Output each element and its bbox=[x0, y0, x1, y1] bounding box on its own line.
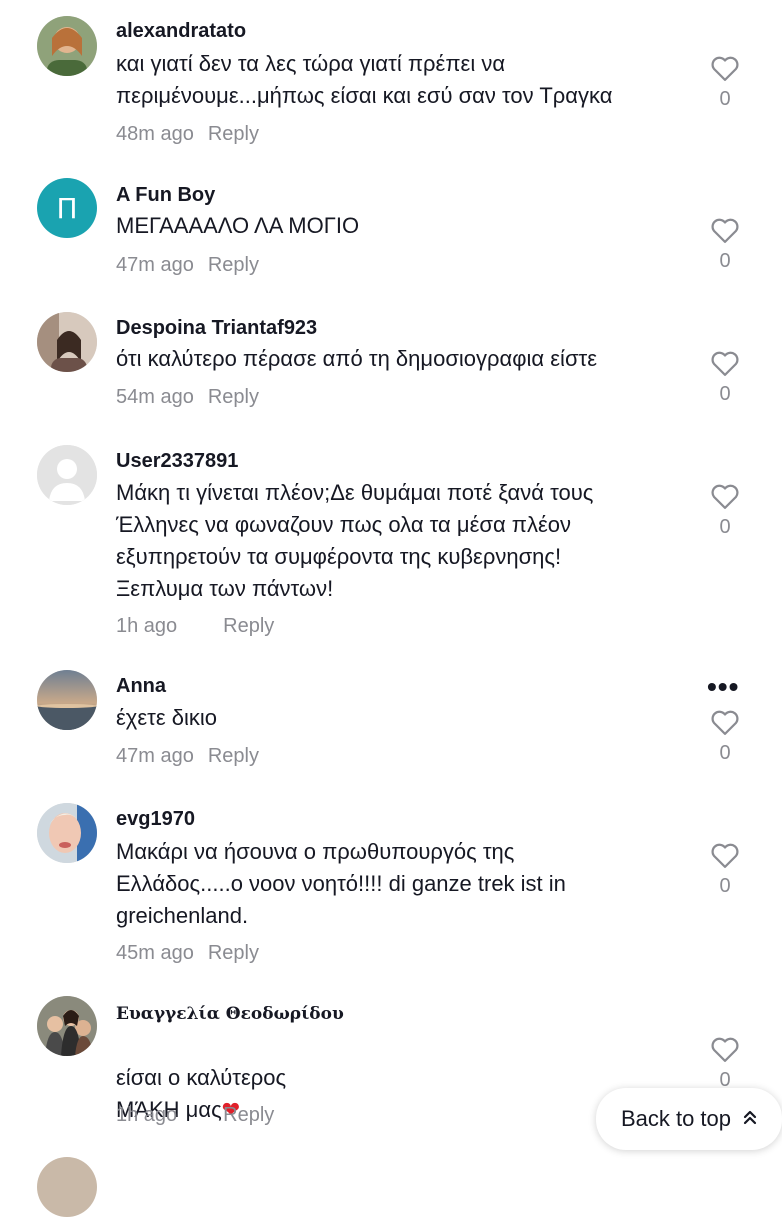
avatar[interactable] bbox=[37, 1157, 97, 1217]
heart-icon bbox=[711, 1037, 739, 1062]
comment-meta: 48m ago Reply bbox=[116, 123, 259, 146]
like-button[interactable]: 0 bbox=[708, 54, 742, 111]
comment-meta: 54m ago Reply bbox=[116, 386, 259, 409]
comment-text: και γιατί δεν τα λες τώρα γιατί πρέπει ν… bbox=[116, 51, 613, 108]
double-chevron-up-icon bbox=[743, 1109, 757, 1130]
comment-meta: 1h ago Reply bbox=[116, 1104, 274, 1127]
back-to-top-button[interactable]: Back to top bbox=[596, 1088, 782, 1150]
comment-time: 47m ago bbox=[116, 745, 194, 767]
like-button[interactable]: 0 bbox=[708, 216, 742, 273]
heart-icon bbox=[711, 351, 739, 376]
comment-username[interactable]: User2337891 bbox=[116, 450, 238, 473]
like-count: 0 bbox=[719, 742, 731, 764]
heart-icon bbox=[711, 56, 739, 81]
more-options-icon[interactable]: ••• bbox=[707, 671, 739, 703]
heart-icon bbox=[711, 218, 739, 243]
heart-icon bbox=[711, 484, 739, 509]
reply-button[interactable]: Reply bbox=[223, 1104, 274, 1126]
comment-meta: 1h ago Reply bbox=[116, 615, 274, 638]
avatar[interactable]: Π bbox=[37, 178, 97, 238]
reply-button[interactable]: Reply bbox=[208, 123, 259, 145]
reply-button[interactable]: Reply bbox=[208, 942, 259, 964]
comment-username[interactable]: Despoina Triantaf923 bbox=[116, 317, 317, 340]
reply-button[interactable]: Reply bbox=[223, 615, 274, 637]
avatar[interactable] bbox=[37, 312, 97, 372]
comment-meta: 45m ago Reply bbox=[116, 942, 259, 965]
like-button[interactable]: 0 bbox=[708, 841, 742, 898]
avatar-letter: Π bbox=[56, 191, 78, 225]
comment-username[interactable]: alexandratato bbox=[116, 20, 246, 43]
like-button[interactable]: 0 bbox=[708, 1035, 742, 1092]
comment-username[interactable]: Anna bbox=[116, 675, 166, 698]
avatar[interactable] bbox=[37, 670, 97, 730]
like-button[interactable]: 0 bbox=[708, 708, 742, 765]
comment-username[interactable]: A Fun Boy bbox=[116, 184, 215, 207]
back-to-top-label: Back to top bbox=[620, 1106, 732, 1131]
like-count: 0 bbox=[719, 383, 731, 405]
reply-button[interactable]: Reply bbox=[208, 745, 259, 767]
comment-text: Μακάρι να ήσουνα ο πρωθυπουργός της Ελλά… bbox=[116, 839, 566, 928]
avatar[interactable] bbox=[37, 16, 97, 76]
comment-time: 48m ago bbox=[116, 123, 194, 145]
comment-text: ΜΕΓΑΑΑΑΛΟ ΛΑ ΜΟΓΙΟ bbox=[116, 213, 360, 238]
heart-icon bbox=[711, 843, 739, 868]
like-button[interactable]: 0 bbox=[708, 482, 742, 539]
comment-time: 45m ago bbox=[116, 942, 194, 964]
comment-time: 1h ago bbox=[116, 1104, 178, 1126]
comment-meta: 47m ago Reply bbox=[116, 745, 259, 768]
comment-time: 54m ago bbox=[116, 386, 194, 408]
like-count: 0 bbox=[719, 875, 731, 897]
comment-meta: 47m ago Reply bbox=[116, 254, 259, 277]
heart-icon bbox=[711, 710, 739, 735]
comment-time: 47m ago bbox=[116, 254, 194, 276]
comment-username[interactable]: evg1970 bbox=[116, 808, 195, 831]
comment-username[interactable]: Ευαγγελία Θεοδωρίδου bbox=[116, 1004, 344, 1024]
like-count: 0 bbox=[719, 516, 731, 538]
like-count: 0 bbox=[719, 250, 731, 272]
like-count: 0 bbox=[719, 88, 731, 110]
reply-button[interactable]: Reply bbox=[208, 386, 259, 408]
comment-text: έχετε δικιο bbox=[116, 705, 218, 730]
avatar[interactable] bbox=[37, 803, 97, 863]
avatar[interactable] bbox=[37, 445, 97, 505]
avatar[interactable] bbox=[37, 996, 97, 1056]
reply-button[interactable]: Reply bbox=[208, 254, 259, 276]
comment-text: ότι καλύτερο πέρασε από τη δημοσιογραφια… bbox=[116, 346, 598, 371]
like-button[interactable]: 0 bbox=[708, 349, 742, 406]
comment-time: 1h ago bbox=[116, 615, 178, 637]
comment-text: Μάκη τι γίνεται πλέον;Δε θυμάμαι ποτέ ξα… bbox=[116, 480, 594, 601]
